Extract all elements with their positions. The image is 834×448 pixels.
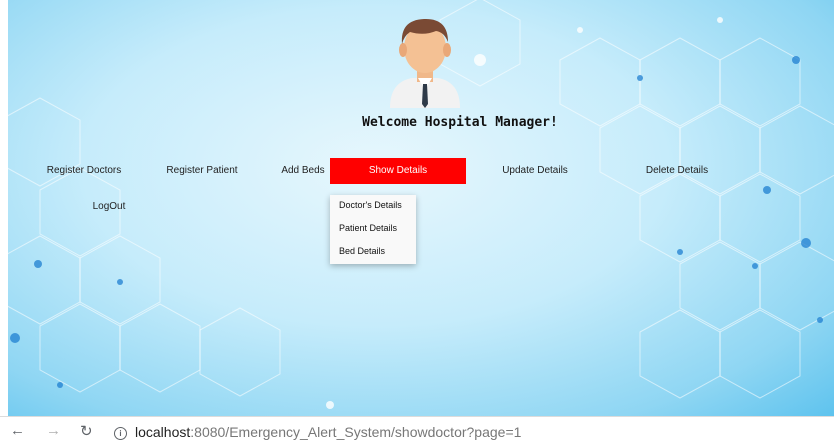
address-bar[interactable]: localhost:8080/Emergency_Alert_System/sh… — [135, 424, 521, 440]
manager-avatar — [390, 18, 460, 108]
nav-register-patient[interactable]: Register Patient — [160, 158, 244, 184]
dropdown-item-patient-details[interactable]: Patient Details — [339, 223, 397, 233]
left-edge-strip — [0, 0, 8, 416]
nav-delete-details[interactable]: Delete Details — [640, 158, 714, 184]
url-path: :8080/Emergency_Alert_System/showdoctor?… — [190, 424, 522, 440]
dropdown-item-doctors-details[interactable]: Doctor's Details — [339, 200, 402, 210]
nav-add-beds[interactable]: Add Beds — [278, 158, 328, 184]
welcome-heading: Welcome Hospital Manager! — [362, 115, 558, 130]
forward-arrow-icon[interactable]: → — [46, 422, 61, 439]
info-icon[interactable]: i — [114, 427, 127, 440]
nav-show-details[interactable]: Show Details — [330, 158, 466, 184]
back-arrow-icon[interactable]: ← — [10, 422, 25, 439]
nav-update-details[interactable]: Update Details — [495, 158, 575, 184]
page-viewport: Welcome Hospital Manager! Register Docto… — [0, 0, 834, 416]
browser-status-bar: ← → ↻ i localhost:8080/Emergency_Alert_S… — [0, 416, 834, 448]
show-details-dropdown: Doctor's Details Patient Details Bed Det… — [330, 195, 416, 264]
nav-register-doctors[interactable]: Register Doctors — [40, 158, 128, 184]
reload-icon[interactable]: ↻ — [80, 422, 93, 440]
dropdown-item-bed-details[interactable]: Bed Details — [339, 246, 385, 256]
url-host: localhost — [135, 424, 191, 440]
nav-logout[interactable]: LogOut — [86, 194, 132, 220]
